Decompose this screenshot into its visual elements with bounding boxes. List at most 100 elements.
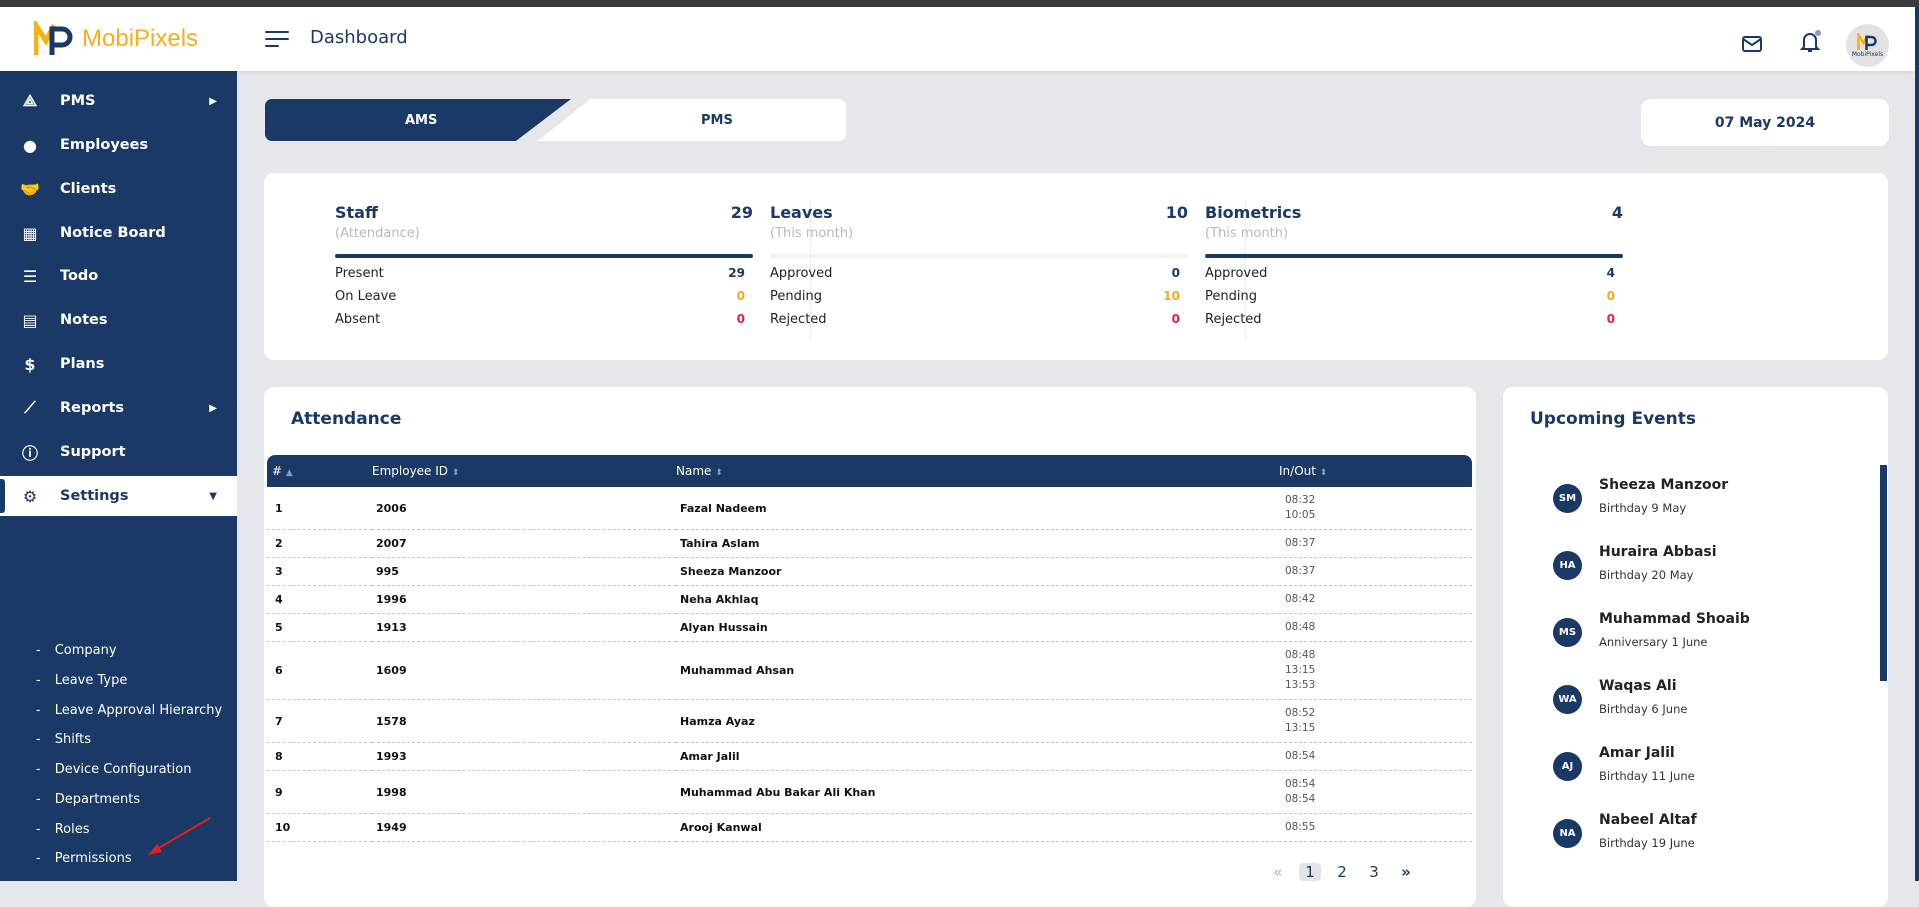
event-avatar: SM xyxy=(1553,484,1582,513)
row-number: 3 xyxy=(267,557,372,586)
table-row[interactable]: 5 1913 Alyan Hussain 08:48 xyxy=(267,613,1472,642)
page-3-button[interactable]: 3 xyxy=(1363,863,1385,881)
punch-time: 08:54 xyxy=(1285,750,1316,762)
event-item[interactable]: SM Sheeza Manzoor Birthday 9 May xyxy=(1553,477,1728,515)
sidebar-item-pms[interactable]: ⟁ PMS ▶ xyxy=(0,81,237,121)
sidebar-item-reports[interactable]: ⟋ Reports ▶ xyxy=(0,388,237,428)
events-title: Upcoming Events xyxy=(1530,409,1697,429)
table-row[interactable]: 3 995 Sheeza Manzoor 08:37 xyxy=(267,557,1472,586)
employee-name: Amar Jalil xyxy=(676,742,1279,771)
sidebar-item-todo[interactable]: ☰ Todo xyxy=(0,256,237,296)
column-label: In/Out xyxy=(1279,464,1316,478)
chart-line-icon: ⟋ xyxy=(24,398,36,417)
dollar-icon: $ xyxy=(24,354,36,374)
table-row[interactable]: 10 1949 Arooj Kanwal 08:55 xyxy=(267,813,1472,842)
logo[interactable]: MobiPixels xyxy=(34,21,198,57)
sidebar-item-clients[interactable]: 🤝 Clients xyxy=(0,169,237,209)
tab-pms[interactable]: PMS xyxy=(538,99,846,141)
sidebar-item-ams[interactable]: ⌇AMS▶ xyxy=(0,71,237,79)
row-number: 8 xyxy=(267,742,372,771)
event-item[interactable]: NA Nabeel Altaf Birthday 19 June xyxy=(1553,812,1697,850)
column-header[interactable]: Employee ID ⬍ xyxy=(372,455,676,487)
table-row[interactable]: 7 1578 Hamza Ayaz 08:52 13:15 xyxy=(267,699,1472,743)
punch-time: 08:42 xyxy=(1285,593,1316,605)
event-item[interactable]: WA Waqas Ali Birthday 6 June xyxy=(1553,678,1687,716)
sub-item-label: Departments xyxy=(54,792,141,807)
stat-progress-bar xyxy=(335,254,753,258)
sidebar-item-label: Todo xyxy=(60,268,99,284)
mail-icon[interactable] xyxy=(1742,36,1762,52)
sub-item-label: Leave Type xyxy=(54,673,128,688)
sidebar-item-label: Notes xyxy=(60,312,108,328)
settings-sub-leave-approval-hierarchy[interactable]: - Leave Approval Hierarchy xyxy=(36,703,222,718)
stat-row-value: 29 xyxy=(728,266,745,280)
header: MobiPixels Dashboard MobiPixels xyxy=(0,7,1915,71)
row-number: 9 xyxy=(267,770,372,814)
dash: - xyxy=(36,643,41,658)
prev-page-button[interactable]: « xyxy=(1267,863,1289,881)
stat-row-label: Pending xyxy=(1205,289,1257,304)
employee-id: 995 xyxy=(372,557,676,586)
settings-sub-device-configuration[interactable]: - Device Configuration xyxy=(36,762,191,777)
stats-card: Staff 29 (Attendance) Present 29 On Leave 0 A… xyxy=(264,173,1888,360)
stat-row-label: Absent xyxy=(335,312,381,327)
column-header[interactable]: In/Out ⬍ xyxy=(1279,455,1472,487)
sidebar-item-support[interactable]: ⓘ Support xyxy=(0,432,237,472)
settings-sub-departments[interactable]: - Departments xyxy=(36,792,140,807)
stat-row-value: 0 xyxy=(1171,312,1180,326)
tab-ams[interactable]: AMS xyxy=(265,99,571,141)
table-row[interactable]: 8 1993 Amar Jalil 08:54 xyxy=(267,742,1472,771)
table-row[interactable]: 4 1996 Neha Akhlaq 08:42 xyxy=(267,585,1472,614)
settings-sub-shifts[interactable]: - Shifts xyxy=(36,732,91,747)
event-item[interactable]: MS Muhammad Shoaib Anniversary 1 June xyxy=(1553,611,1750,649)
bezier-icon: ⟁ xyxy=(22,91,38,110)
sort-icon[interactable]: ⬍ xyxy=(1320,468,1328,478)
event-detail: Birthday 6 June xyxy=(1599,702,1688,716)
chevron-down-icon: ▼ xyxy=(209,490,217,502)
punch-time: 13:15 xyxy=(1285,664,1316,676)
sort-icon[interactable]: ⬍ xyxy=(452,468,460,478)
table-row[interactable]: 9 1998 Muhammad Abu Bakar Ali Khan 08:54 08:… xyxy=(267,770,1472,814)
settings-sub-company[interactable]: - Company xyxy=(36,643,117,658)
stat-subtitle: (This month) xyxy=(770,226,854,241)
settings-sub-permissions[interactable]: - Permissions xyxy=(36,851,132,866)
event-avatar: NA xyxy=(1553,819,1582,848)
next-page-button[interactable]: » xyxy=(1395,863,1417,881)
row-number: 10 xyxy=(267,813,372,842)
event-avatar: MS xyxy=(1553,618,1582,647)
column-header[interactable]: Name ⬍ xyxy=(676,455,1279,487)
events-scrollbar[interactable] xyxy=(1880,465,1887,681)
event-item[interactable]: AJ Amar Jalil Birthday 11 June xyxy=(1553,745,1695,783)
sidebar-item-notice-board[interactable]: ▦ Notice Board xyxy=(0,213,237,253)
sidebar-item-employees[interactable]: ● Employees xyxy=(0,125,237,165)
settings-sub-leave-type[interactable]: - Leave Type xyxy=(36,673,127,688)
event-item[interactable]: HA Huraira Abbasi Birthday 20 May xyxy=(1553,544,1717,582)
page-1-button[interactable]: 1 xyxy=(1299,863,1321,881)
settings-sub-roles[interactable]: - Roles xyxy=(36,822,90,837)
sidebar-item-label: Settings xyxy=(60,488,129,504)
chevron-right-icon: ▶ xyxy=(209,402,217,414)
table-row[interactable]: 6 1609 Muhammad Ahsan 08:48 13:15 13:53 xyxy=(267,641,1472,700)
stat-row-value: 0 xyxy=(736,312,745,326)
current-date[interactable]: 07 May 2024 xyxy=(1641,99,1889,146)
row-number: 6 xyxy=(267,641,372,700)
user-avatar[interactable]: MobiPixels xyxy=(1846,24,1889,67)
module-tabs: AMS PMS xyxy=(265,99,846,141)
employee-name: Fazal Nadeem xyxy=(676,487,1279,530)
page-2-button[interactable]: 2 xyxy=(1331,863,1353,881)
menu-toggle-button[interactable] xyxy=(265,31,289,49)
table-row[interactable]: 1 2006 Fazal Nadeem 08:32 10:05 xyxy=(267,487,1472,530)
employee-name: Hamza Ayaz xyxy=(676,699,1279,743)
column-header[interactable]: # ▲ xyxy=(267,455,372,487)
event-detail: Birthday 9 May xyxy=(1599,501,1687,515)
stat-title: Leaves xyxy=(770,203,833,222)
bell-icon[interactable] xyxy=(1800,30,1822,54)
table-row[interactable]: 2 2007 Tahira Aslam 08:37 xyxy=(267,529,1472,558)
stat-progress-bar xyxy=(770,254,1188,258)
punch-time: 08:55 xyxy=(1285,821,1316,833)
sidebar-item-plans[interactable]: $ Plans xyxy=(0,344,237,384)
sort-icon[interactable]: ⬍ xyxy=(715,468,723,478)
sidebar-item-notes[interactable]: ▤ Notes xyxy=(0,300,237,340)
sort-icon[interactable]: ▲ xyxy=(286,468,293,478)
sidebar-item-settings[interactable]: ⚙ Settings ▼ xyxy=(0,476,237,516)
